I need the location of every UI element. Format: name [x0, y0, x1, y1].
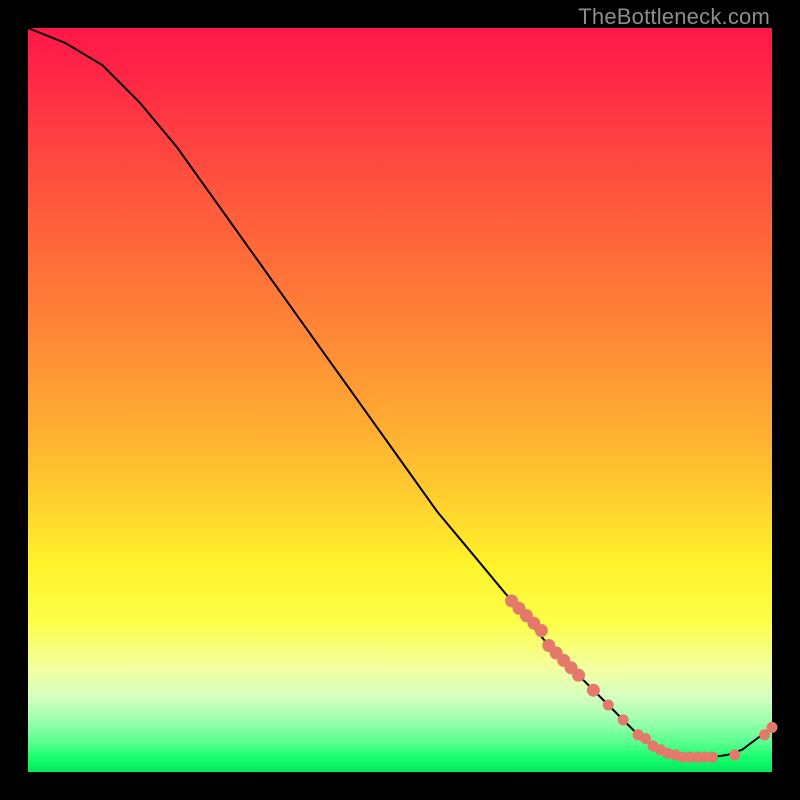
highlight-dot — [760, 730, 770, 740]
highlight-dot — [641, 734, 651, 744]
highlight-dot — [767, 722, 777, 732]
plot-area — [28, 28, 772, 772]
highlight-dot — [708, 752, 718, 762]
highlight-dot — [535, 625, 547, 637]
bottleneck-curve — [28, 28, 772, 757]
curve-layer — [28, 28, 772, 772]
watermark-text: TheBottleneck.com — [578, 4, 770, 30]
highlight-dot — [587, 684, 599, 696]
highlight-dot — [730, 750, 740, 760]
chart-frame: TheBottleneck.com — [0, 0, 800, 800]
highlight-dot — [618, 715, 628, 725]
highlight-dots — [506, 595, 777, 762]
highlight-dot — [573, 669, 585, 681]
highlight-dot — [603, 700, 613, 710]
